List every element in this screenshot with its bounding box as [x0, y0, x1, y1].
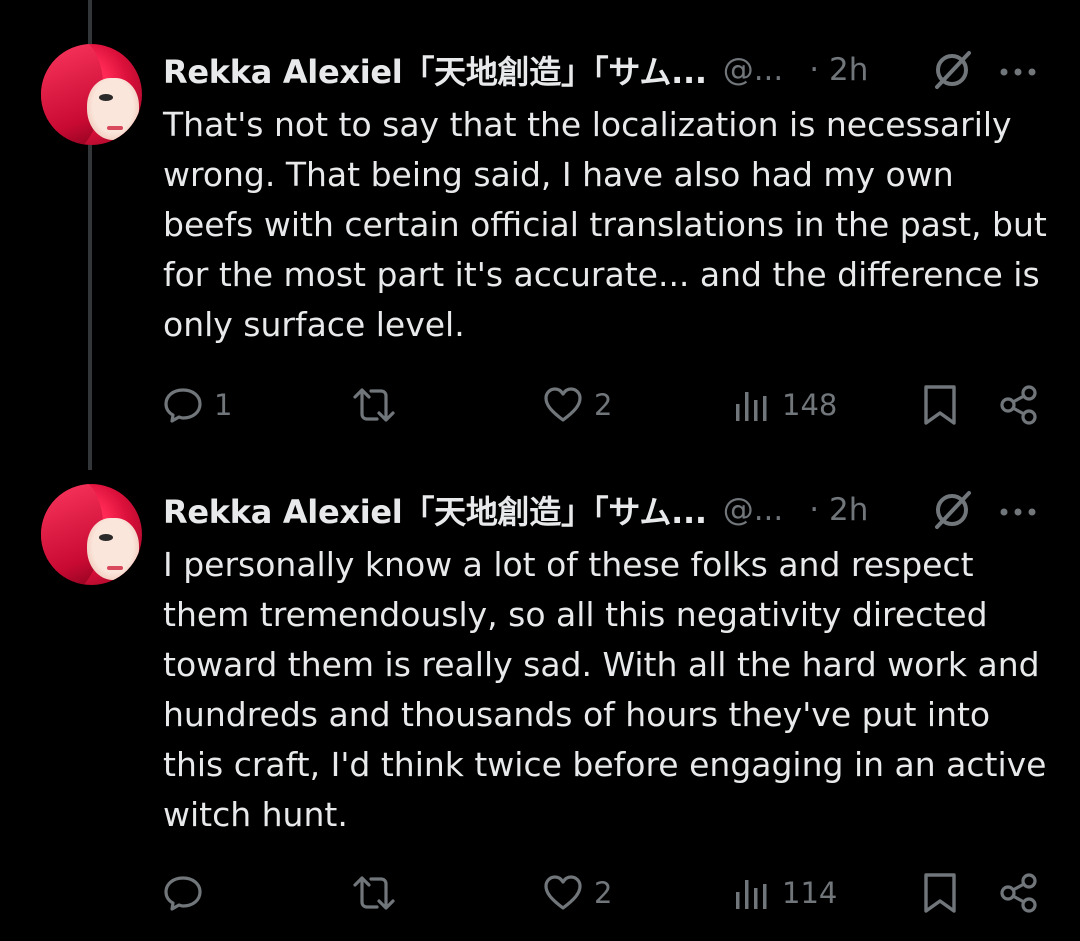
tweet[interactable]: Rekka Alexiel「天地創造」「サム... @... · 2h That…: [0, 0, 1080, 470]
more-icon[interactable]: [998, 492, 1038, 532]
bookmark-button[interactable]: [920, 380, 960, 430]
views-button[interactable]: 114: [732, 868, 837, 918]
tweet[interactable]: Rekka Alexiel「天地創造」「サム... @... · 2h I pe…: [0, 470, 1080, 941]
tweet-text: I personally know a lot of these folks a…: [163, 545, 1047, 834]
views-count: 114: [782, 876, 838, 910]
tweet-text: That's not to say that the localization …: [163, 105, 1047, 344]
share-button[interactable]: [998, 380, 1040, 430]
reply-icon: [164, 388, 202, 423]
bookmark-icon: [924, 385, 956, 425]
views-icon: [736, 880, 767, 909]
bookmark-button[interactable]: [920, 868, 960, 918]
tweet-header: Rekka Alexiel「天地創造」「サム... @... · 2h: [163, 45, 868, 95]
retweet-button[interactable]: [352, 380, 406, 430]
retweet-icon: [353, 876, 395, 910]
more-icon[interactable]: [998, 52, 1038, 92]
retweet-button[interactable]: [352, 868, 406, 918]
like-count: 2: [594, 388, 613, 422]
avatar[interactable]: [41, 484, 142, 585]
views-button[interactable]: 148: [732, 380, 837, 430]
tweet-actions: 2 114: [162, 868, 1042, 918]
author-name[interactable]: Rekka Alexiel「天地創造」「サム...: [163, 47, 707, 93]
reply-icon: [164, 876, 202, 911]
views-icon: [736, 392, 767, 421]
reply-count: 1: [214, 388, 233, 422]
tweet-time[interactable]: · 2h: [809, 492, 868, 528]
grok-icon[interactable]: [929, 487, 975, 533]
tweet-header: Rekka Alexiel「天地創造」「サム... @... · 2h: [163, 485, 868, 535]
author-name[interactable]: Rekka Alexiel「天地創造」「サム...: [163, 487, 707, 533]
author-handle[interactable]: @...: [723, 52, 784, 88]
avatar[interactable]: [41, 44, 142, 145]
like-count: 2: [594, 876, 613, 910]
heart-icon: [544, 875, 582, 910]
share-icon: [1000, 385, 1037, 425]
bookmark-icon: [924, 873, 956, 913]
grok-icon[interactable]: [929, 47, 975, 93]
like-button[interactable]: 2: [542, 380, 612, 430]
share-button[interactable]: [998, 868, 1040, 918]
author-handle[interactable]: @...: [723, 492, 784, 528]
heart-icon: [544, 387, 582, 422]
reply-button[interactable]: 1: [162, 380, 232, 430]
share-icon: [1000, 873, 1037, 913]
reply-button[interactable]: [162, 868, 214, 918]
like-button[interactable]: 2: [542, 868, 612, 918]
tweet-time[interactable]: · 2h: [809, 52, 868, 88]
tweet-actions: 1 2 148: [162, 380, 1042, 430]
retweet-icon: [353, 388, 395, 422]
views-count: 148: [782, 388, 838, 422]
